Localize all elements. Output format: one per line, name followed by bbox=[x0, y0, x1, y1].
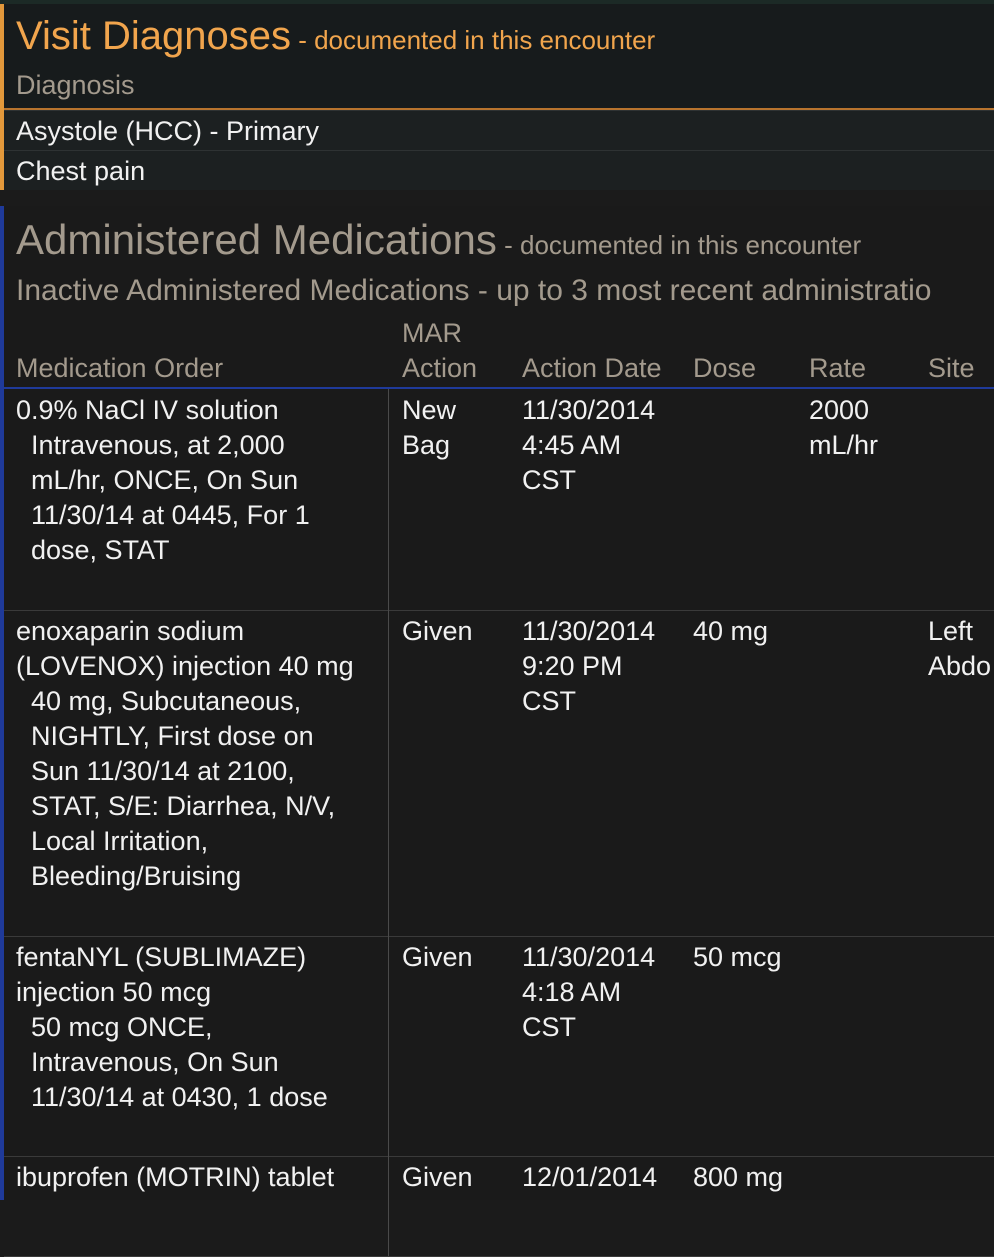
cell-action-date-line: CST bbox=[522, 465, 576, 495]
cell-medication-order-line: Local Irritation, bbox=[16, 826, 209, 856]
section-gap bbox=[0, 190, 994, 206]
cell-medication-order-line: Sun 11/30/14 at 2100, bbox=[16, 756, 295, 786]
medication-row[interactable]: enoxaparin sodium (LOVENOX) injection 40 … bbox=[4, 610, 994, 937]
cell-medication-order-line: NIGHTLY, First dose on bbox=[16, 721, 314, 751]
cell-medication-order-line: injection 50 mcg bbox=[16, 977, 212, 1007]
cell-dose-line: 800 mg bbox=[693, 1162, 784, 1192]
cell-action-date-line: 9:20 PM bbox=[522, 651, 623, 681]
cell-mar-action-line: Given bbox=[402, 942, 473, 972]
cell-mar-action: Given bbox=[402, 940, 473, 975]
cell-medication-order-line: (LOVENOX) injection 40 mg bbox=[16, 651, 354, 681]
cell-action-date-line: 11/30/2014 bbox=[522, 616, 656, 646]
header-site[interactable]: Site bbox=[928, 351, 975, 386]
cell-site-line: Abdo bbox=[928, 651, 992, 681]
cell-mar-action: Given bbox=[402, 1160, 473, 1195]
cell-dose: 50 mcg bbox=[693, 940, 782, 975]
header-mar-action-line1[interactable]: MAR bbox=[402, 316, 462, 351]
cell-rate-line: 2000 bbox=[809, 395, 870, 425]
cell-action-date: 11/30/2014 4:45 AM CST bbox=[522, 393, 655, 498]
cell-action-date-line: 4:18 AM bbox=[522, 977, 622, 1007]
diagnosis-column-header: Diagnosis bbox=[16, 70, 135, 100]
cell-action-date-line: 11/30/2014 bbox=[522, 395, 656, 425]
header-rate[interactable]: Rate bbox=[809, 351, 866, 386]
visit-diagnoses-section: Visit Diagnoses - documented in this enc… bbox=[0, 4, 994, 191]
cell-action-date-line: 4:45 AM bbox=[522, 430, 622, 460]
medication-row[interactable]: fentaNYL (SUBLIMAZE) injection 50 mcg 50 … bbox=[4, 936, 994, 1157]
cell-medication-order-line: 11/30/14 at 0430, 1 dose bbox=[16, 1082, 328, 1112]
cell-site-line: Left bbox=[928, 616, 974, 646]
column-separator bbox=[388, 1156, 389, 1256]
diagnosis-row[interactable]: Chest pain bbox=[4, 150, 994, 191]
header-medication-order[interactable]: Medication Order bbox=[16, 351, 223, 386]
cell-dose-line: 50 mcg bbox=[693, 942, 782, 972]
header-action-date[interactable]: Action Date bbox=[522, 351, 662, 386]
cell-action-date: 11/30/2014 4:18 AM CST bbox=[522, 940, 655, 1045]
cell-mar-action: New Bag bbox=[402, 393, 456, 463]
cell-medication-order-line: fentaNYL (SUBLIMAZE) bbox=[16, 942, 307, 972]
medication-row[interactable]: ibuprofen (MOTRIN) tablet Given 12/01/2014… bbox=[4, 1156, 994, 1257]
cell-medication-order-line: 40 mg, Subcutaneous, bbox=[16, 686, 302, 716]
administered-medications-section: Administered Medications - documented in… bbox=[0, 206, 994, 1257]
diagnosis-row[interactable]: Asystole (HCC) - Primary bbox=[4, 110, 994, 151]
cell-rate-line: mL/hr bbox=[809, 430, 879, 460]
header-dose[interactable]: Dose bbox=[693, 351, 756, 386]
column-separator bbox=[388, 936, 389, 1156]
cell-mar-action-line: Given bbox=[402, 1162, 473, 1192]
cell-medication-order-line: enoxaparin sodium bbox=[16, 616, 245, 646]
cell-mar-action-line: Bag bbox=[402, 430, 451, 460]
visit-diagnoses-subtitle: - documented in this encounter bbox=[290, 25, 656, 55]
cell-action-date: 12/01/2014 bbox=[522, 1160, 657, 1195]
cell-site: Left Abdo bbox=[928, 614, 991, 684]
diagnosis-text: Chest pain bbox=[16, 156, 146, 186]
cell-medication-order-line: Intravenous, On Sun bbox=[16, 1047, 279, 1077]
administered-medications-subtitle: - documented in this encounter bbox=[496, 230, 862, 260]
visit-diagnoses-heading: Visit Diagnoses - documented in this enc… bbox=[16, 14, 655, 59]
administered-medications-title: Administered Medications bbox=[16, 216, 497, 263]
cell-medication-order-line: dose, STAT bbox=[16, 535, 170, 565]
cell-medication-order: fentaNYL (SUBLIMAZE) injection 50 mcg 50 … bbox=[16, 940, 328, 1115]
cell-dose: 800 mg bbox=[693, 1160, 783, 1195]
cell-dose: 40 mg bbox=[693, 614, 768, 649]
cell-action-date-line: 11/30/2014 bbox=[522, 942, 656, 972]
medication-row[interactable]: 0.9% NaCl IV solution Intravenous, at 2,… bbox=[4, 389, 994, 611]
cell-medication-order: 0.9% NaCl IV solution Intravenous, at 2,… bbox=[16, 393, 310, 568]
cell-action-date-line: 12/01/2014 bbox=[522, 1162, 658, 1192]
diagnosis-text: Asystole (HCC) - Primary bbox=[16, 116, 320, 146]
cell-medication-order-line: Intravenous, at 2,000 bbox=[16, 430, 285, 460]
cell-medication-order: ibuprofen (MOTRIN) tablet bbox=[16, 1160, 334, 1195]
cell-mar-action-line: Given bbox=[402, 616, 473, 646]
column-separator bbox=[388, 610, 389, 936]
header-mar-action-line2[interactable]: Action bbox=[402, 351, 477, 386]
inactive-medications-label: Inactive Administered Medications - up t… bbox=[16, 274, 932, 307]
administered-medications-heading: Administered Medications - documented in… bbox=[16, 216, 861, 264]
cell-mar-action-line: New bbox=[402, 395, 457, 425]
cell-mar-action: Given bbox=[402, 614, 473, 649]
cell-dose-line: 40 mg bbox=[693, 616, 769, 646]
cell-medication-order-line: 50 mcg ONCE, bbox=[16, 1012, 213, 1042]
cell-medication-order-line: STAT, S/E: Diarrhea, N/V, bbox=[16, 791, 336, 821]
cell-action-date-line: CST bbox=[522, 686, 576, 716]
cell-medication-order-line: 11/30/14 at 0445, For 1 bbox=[16, 500, 310, 530]
column-separator bbox=[388, 389, 389, 610]
cell-medication-order-line: ibuprofen (MOTRIN) tablet bbox=[16, 1162, 335, 1192]
visit-diagnoses-title: Visit Diagnoses bbox=[16, 14, 291, 58]
cell-medication-order: enoxaparin sodium (LOVENOX) injection 40 … bbox=[16, 614, 354, 894]
cell-rate: 2000 mL/hr bbox=[809, 393, 878, 463]
cell-medication-order-line: Bleeding/Bruising bbox=[16, 861, 242, 891]
cell-action-date-line: CST bbox=[522, 1012, 576, 1042]
cell-action-date: 11/30/2014 9:20 PM CST bbox=[522, 614, 655, 719]
cell-medication-order-line: 0.9% NaCl IV solution bbox=[16, 395, 279, 425]
cell-medication-order-line: mL/hr, ONCE, On Sun bbox=[16, 465, 299, 495]
